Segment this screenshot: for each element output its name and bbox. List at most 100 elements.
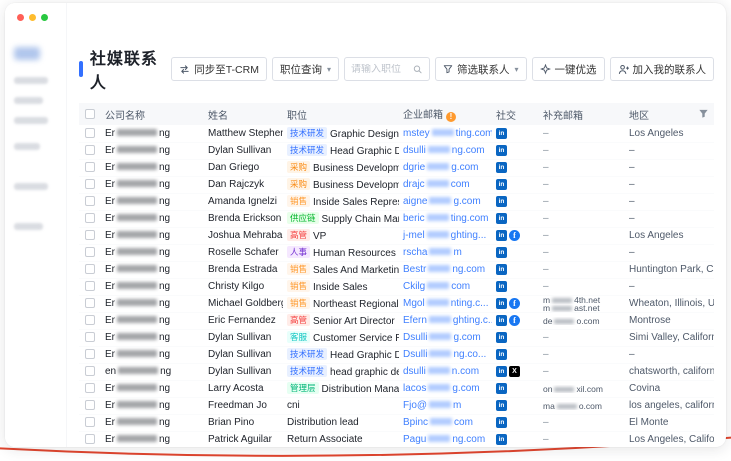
redacted-text (430, 418, 452, 425)
email-link[interactable]: Dsulling.co... (403, 349, 486, 360)
row-checkbox[interactable] (85, 332, 95, 342)
row-checkbox[interactable] (85, 366, 95, 376)
row-checkbox[interactable] (85, 213, 95, 223)
position-search[interactable] (344, 57, 430, 81)
add-to-my-contacts-button[interactable]: 加入我的联系人 (610, 57, 715, 81)
extra-email-cell: onxil.com (539, 380, 625, 397)
email-link[interactable]: Fjo@m (403, 400, 461, 411)
linkedin-icon[interactable]: in (496, 332, 507, 343)
email-link[interactable]: Efernghting.c... (403, 315, 492, 326)
add-person-icon (618, 64, 629, 75)
table-row: ErngDylan Sullivan技术研发Head Graphic Desig… (79, 346, 714, 363)
facebook-icon[interactable]: f (509, 298, 520, 309)
minimize-window-button[interactable] (29, 14, 36, 21)
row-checkbox[interactable] (85, 145, 95, 155)
social-cell: in (492, 346, 539, 363)
sidebar-item-placeholder[interactable] (14, 223, 43, 230)
row-checkbox[interactable] (85, 230, 95, 240)
search-icon[interactable] (413, 64, 423, 75)
email-link[interactable]: Ckilgcom (403, 281, 470, 292)
email-link[interactable]: dsulling.com (403, 145, 485, 156)
row-checkbox[interactable] (85, 383, 95, 393)
email-link[interactable]: drajccom (403, 179, 470, 190)
row-checkbox[interactable] (85, 349, 95, 359)
row-checkbox[interactable] (85, 128, 95, 138)
twitter-x-icon[interactable]: X (509, 366, 520, 377)
linkedin-icon[interactable]: in (496, 281, 507, 292)
table-row: ErngBrenda Erickson Pe供应链Supply Chain Ma… (79, 210, 714, 227)
email-link[interactable]: Pagung.com (403, 434, 485, 445)
column-header-email: 企业邮箱! (399, 103, 492, 125)
row-checkbox[interactable] (85, 247, 95, 257)
position-query-dropdown[interactable]: 职位查询 ▾ (272, 57, 339, 81)
linkedin-icon[interactable]: in (496, 247, 507, 258)
sync-to-tcrm-button[interactable]: 同步至T-CRM (171, 57, 267, 81)
linkedin-icon[interactable]: in (496, 230, 507, 241)
position-category-tag: 客服 (287, 331, 310, 343)
row-checkbox[interactable] (85, 417, 95, 427)
sidebar-item-placeholder[interactable] (14, 97, 43, 104)
row-checkbox[interactable] (85, 196, 95, 206)
redacted-text (427, 180, 449, 187)
linkedin-icon[interactable]: in (496, 264, 507, 275)
sync-button-label: 同步至T-CRM (194, 62, 259, 77)
one-click-optimize-button[interactable]: 一键优选 (532, 57, 605, 81)
close-window-button[interactable] (17, 14, 24, 21)
linkedin-icon[interactable]: in (496, 366, 507, 377)
row-checkbox[interactable] (85, 264, 95, 274)
filter-contacts-dropdown[interactable]: 筛选联系人 ▾ (435, 57, 527, 81)
linkedin-icon[interactable]: in (496, 298, 507, 309)
sidebar-item-placeholder[interactable] (14, 77, 48, 84)
facebook-icon[interactable]: f (509, 315, 520, 326)
email-link[interactable]: Bpinccom (403, 417, 473, 428)
linkedin-icon[interactable]: in (496, 383, 507, 394)
email-cell: dsullin.com (399, 363, 492, 380)
email-link[interactable]: msteyting.com (403, 128, 492, 139)
email-link[interactable]: lacosg.com (403, 383, 480, 394)
row-checkbox[interactable] (85, 315, 95, 325)
email-link[interactable]: Dsullig.com (403, 332, 481, 343)
row-checkbox[interactable] (85, 281, 95, 291)
email-warning-icon[interactable]: ! (446, 112, 456, 122)
email-link[interactable]: bericting.com (403, 213, 488, 224)
position-search-input[interactable] (351, 64, 413, 75)
email-cell: Bpinccom (399, 414, 492, 431)
linkedin-icon[interactable]: in (496, 417, 507, 428)
extra-email-cell: deo.com (539, 312, 625, 329)
extra-email-cell: – (539, 193, 625, 210)
maximize-window-button[interactable] (41, 14, 48, 21)
linkedin-icon[interactable]: in (496, 128, 507, 139)
extra-email-header-label: 补充邮箱 (543, 111, 583, 122)
email-link[interactable]: dsullin.com (403, 366, 479, 377)
linkedin-icon[interactable]: in (496, 349, 507, 360)
row-checkbox[interactable] (85, 434, 95, 444)
linkedin-icon[interactable]: in (496, 400, 507, 411)
linkedin-icon[interactable]: in (496, 179, 507, 190)
linkedin-icon[interactable]: in (496, 196, 507, 207)
email-link[interactable]: Mgolnting.c... (403, 298, 489, 309)
row-checkbox[interactable] (85, 400, 95, 410)
linkedin-icon[interactable]: in (496, 213, 507, 224)
facebook-icon[interactable]: f (509, 230, 520, 241)
row-checkbox[interactable] (85, 298, 95, 308)
sidebar-item-placeholder[interactable] (14, 117, 48, 124)
linkedin-icon[interactable]: in (496, 162, 507, 173)
email-cell: dsulling.com (399, 142, 492, 159)
select-all-checkbox[interactable] (85, 109, 95, 119)
column-filter-icon[interactable] (698, 108, 709, 119)
email-link[interactable]: rscham (403, 247, 462, 258)
linkedin-icon[interactable]: in (496, 434, 507, 445)
sidebar-item-placeholder[interactable] (14, 183, 48, 190)
email-link[interactable]: Bestrng.com (403, 264, 485, 275)
name-cell: Eric Fernandez (204, 312, 283, 329)
linkedin-icon[interactable]: in (496, 315, 507, 326)
email-link[interactable]: dgrieg.com (403, 162, 478, 173)
row-checkbox[interactable] (85, 162, 95, 172)
row-checkbox[interactable] (85, 179, 95, 189)
linkedin-icon[interactable]: in (496, 145, 507, 156)
company-cell: Erng (101, 159, 204, 176)
sidebar-item-placeholder[interactable] (14, 143, 40, 150)
email-link[interactable]: j-melghting... (403, 230, 486, 241)
extra-email-cell: mao.com (539, 397, 625, 414)
email-link[interactable]: aigneg.com (403, 196, 481, 207)
